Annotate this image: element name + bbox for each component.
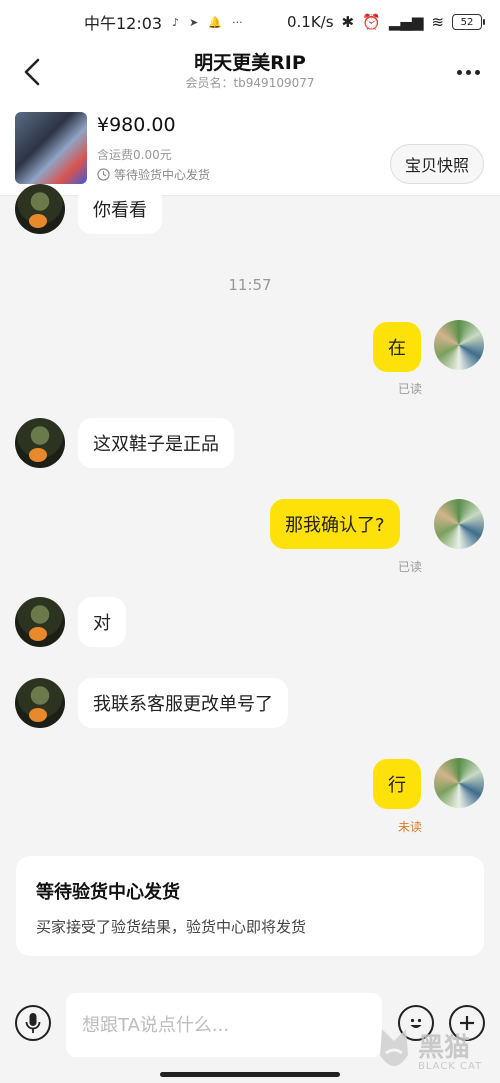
more-dot-icon — [465, 69, 471, 75]
watermark-sub: BLACK CAT — [418, 1060, 483, 1072]
message-bubble-self[interactable]: 那我确认了? — [270, 499, 400, 549]
time-separator: 11:57 — [228, 276, 272, 294]
message-bubble[interactable]: 这双鞋子是正品 — [78, 418, 234, 468]
status-card-desc: 买家接受了验货结果，验货中心即将发货 — [36, 918, 307, 936]
chat-title: 明天更美RIP — [194, 52, 306, 74]
buyer-avatar[interactable] — [15, 418, 65, 468]
order-status-card[interactable]: 等待验货中心发货 买家接受了验货结果，验货中心即将发货 — [16, 856, 484, 956]
seller-avatar[interactable] — [434, 758, 484, 808]
message-bubble[interactable]: 我联系客服更改单号了 — [78, 678, 288, 728]
product-thumbnail[interactable] — [15, 112, 87, 184]
send-icon: ➤ — [189, 15, 199, 29]
member-name: 会员名：tb949109077 — [185, 76, 315, 90]
tiktok-icon: ♪ — [172, 15, 180, 29]
more-dot-icon — [474, 69, 480, 75]
shipping-fee: 含运费0.00元 — [97, 148, 172, 162]
read-status: 已读 — [398, 382, 423, 396]
message-input[interactable] — [66, 993, 382, 1057]
battery-level: 52 — [460, 16, 474, 28]
order-status: 等待验货中心发货 — [97, 166, 210, 183]
more-dot-icon — [456, 69, 462, 75]
buyer-avatar[interactable] — [15, 597, 65, 647]
microphone-icon — [25, 1013, 41, 1033]
unread-status: 未读 — [398, 820, 423, 834]
watermark-main: 黑猫 — [418, 1032, 471, 1063]
status-time: 中午12:03 — [84, 14, 163, 33]
order-status-text: 等待验货中心发货 — [114, 168, 211, 182]
message-bubble[interactable]: 对 — [78, 597, 126, 647]
bell-icon: 🔔 — [208, 15, 223, 29]
watermark-text: 黑猫 BLACK CAT — [418, 1035, 482, 1072]
wifi-icon: ≋ — [431, 13, 444, 31]
seller-avatar[interactable] — [434, 499, 484, 549]
chat-header: 明天更美RIP 会员名：tb949109077 — [0, 44, 500, 100]
status-left: 中午12:03 ♪ ➤ 🔔 ··· — [84, 10, 243, 34]
network-speed: 0.1K/s — [286, 13, 334, 31]
alarm-icon: ⏰ — [362, 13, 381, 31]
status-right: 0.1K/s ✱ ⏰ ▂▄▆ ≋ 52 — [286, 13, 485, 31]
home-indicator — [160, 1072, 340, 1077]
watermark: 黑猫 BLACK CAT — [374, 1023, 496, 1083]
status-bar: 中午12:03 ♪ ➤ 🔔 ··· 0.1K/s ✱ ⏰ ▂▄▆ ≋ 52 — [0, 0, 500, 44]
product-card[interactable]: ¥980.00 含运费0.00元 等待验货中心发货 宝贝快照 — [0, 100, 500, 196]
battery-icon: 52 — [452, 14, 485, 30]
more-options-button[interactable] — [452, 58, 484, 86]
clock-icon — [97, 168, 110, 181]
black-cat-logo — [380, 1029, 408, 1066]
product-snapshot-button[interactable]: 宝贝快照 — [389, 144, 484, 184]
buyer-avatar[interactable] — [15, 184, 65, 234]
voice-input-button[interactable] — [15, 1005, 51, 1041]
buyer-avatar[interactable] — [15, 678, 65, 728]
bluetooth-icon: ✱ — [341, 13, 355, 31]
product-price: ¥980.00 — [97, 114, 176, 136]
message-bubble-self[interactable]: 行 — [373, 759, 421, 809]
message-bubble-self[interactable]: 在 — [373, 322, 421, 372]
more-dots-icon: ··· — [232, 15, 243, 29]
status-card-title: 等待验货中心发货 — [36, 882, 180, 903]
message-bubble[interactable]: 你看看 — [78, 184, 162, 234]
signal-icon: ▂▄▆ — [388, 13, 424, 31]
seller-avatar[interactable] — [434, 320, 484, 370]
read-status: 已读 — [398, 560, 423, 574]
